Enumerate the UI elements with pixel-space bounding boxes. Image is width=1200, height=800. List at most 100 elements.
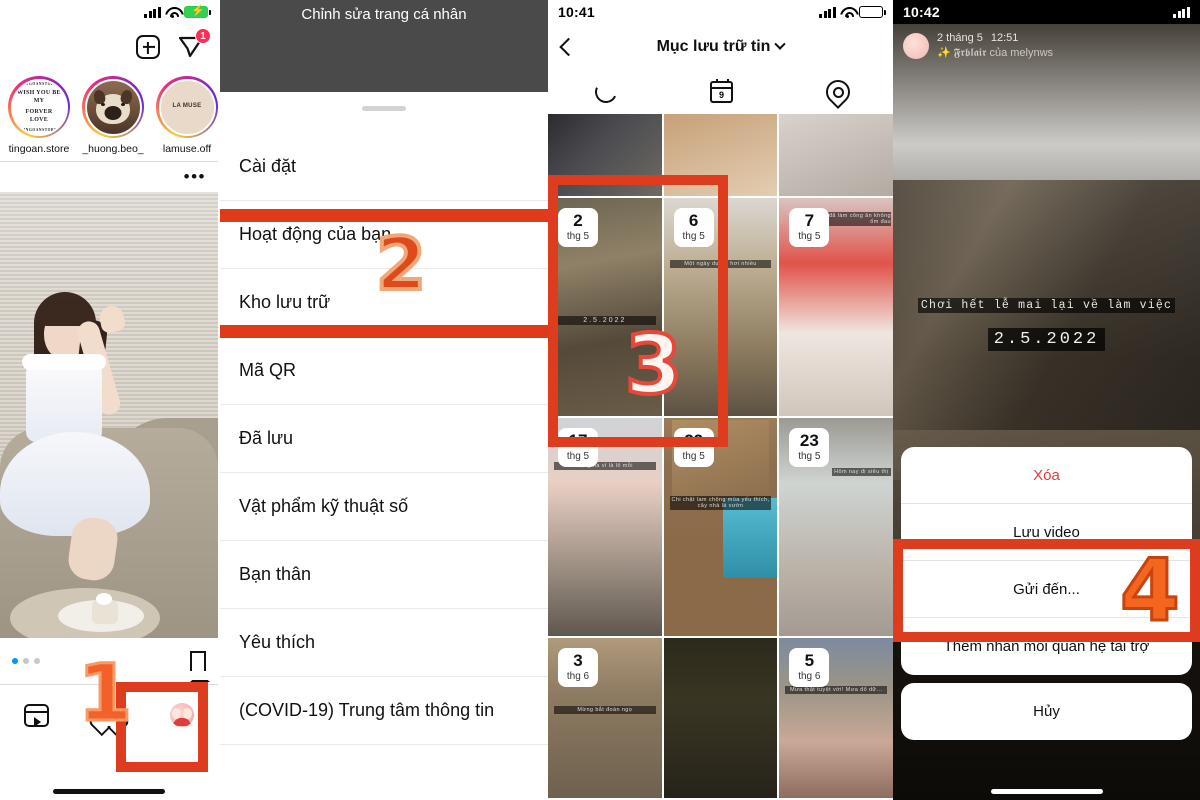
- wifi-icon: [165, 7, 180, 19]
- grid-cell[interactable]: 23 thg 5 Hôm nay đi siêu thị: [779, 418, 893, 636]
- date-badge: 23 thg 5: [789, 428, 830, 468]
- story-ring: TINGOANSTORE WISH YOU BE MY FORVER LOVE …: [8, 76, 70, 138]
- date-day: 7: [804, 211, 815, 230]
- menu-item-qr-code[interactable]: Mã QR: [220, 337, 548, 405]
- grid-cell[interactable]: [663, 114, 778, 196]
- stories-ring-icon[interactable]: [591, 77, 620, 107]
- grid-cell[interactable]: [548, 114, 662, 196]
- date-month: thg 5: [798, 230, 821, 242]
- story-subtitle: ✨ 𝕱𝖗𝖇𝖑𝖆𝖎𝖗 của melynws: [937, 47, 1054, 59]
- date-month: thg 5: [682, 450, 705, 462]
- story-art-line2: FORVER LOVE: [25, 109, 53, 123]
- page-title[interactable]: Mục lưu trữ tin: [657, 38, 787, 56]
- annotation-bar-archive: [220, 325, 548, 338]
- signal-bars-icon: [1173, 6, 1190, 18]
- archive-tabs[interactable]: 9: [548, 70, 893, 114]
- reels-icon[interactable]: [23, 703, 50, 727]
- bookmark-icon[interactable]: [190, 651, 210, 682]
- story-caption: Mừng bắt đoàn ngọ: [554, 706, 656, 714]
- action-save-video[interactable]: Lưu video: [901, 504, 1192, 561]
- action-send-to[interactable]: Gửi đến...: [901, 561, 1192, 618]
- plus-square-icon[interactable]: [136, 35, 160, 59]
- home-indicator: [990, 789, 1103, 794]
- grid-cell[interactable]: 22 thg 5 Chi chặt lam chộng mùa yếu thíc…: [663, 418, 778, 636]
- wifi-icon: [840, 7, 855, 19]
- edit-profile-header: Chỉnh sửa trang cá nhân: [220, 0, 548, 29]
- grid-cell[interactable]: [779, 114, 893, 196]
- grid-cell[interactable]: 17 thg 5 Tặng na vì là lô mỗi: [548, 418, 662, 636]
- grid-cell[interactable]: [663, 638, 778, 798]
- action-delete[interactable]: Xóa: [901, 447, 1192, 504]
- dm-unread-badge: 1: [195, 28, 211, 44]
- menu-item-settings[interactable]: Cài đặt: [220, 133, 548, 201]
- direct-message-button[interactable]: 1: [178, 28, 211, 60]
- story-thumbnail: [84, 78, 142, 136]
- post-image[interactable]: [0, 192, 218, 638]
- panel-profile-menu: Chỉnh sửa trang cá nhân Cài đặt Hoạt độn…: [220, 0, 548, 800]
- story-header: 2 tháng 5 12:51 ✨ 𝕱𝖗𝖇𝖑𝖆𝖎𝖗 của melynws: [893, 24, 1200, 68]
- date-badge: 3 thg 6: [558, 648, 598, 688]
- date-day: 3: [573, 651, 583, 670]
- date-month: thg 5: [566, 450, 590, 462]
- grid-cell[interactable]: 6 thg 5 Một ngày dự ăn hơi nhiều: [663, 198, 778, 416]
- story-art-top: TINGOANSTORE: [20, 81, 58, 86]
- date-day: 6: [688, 211, 699, 230]
- story-item[interactable]: _huong.beo_: [82, 76, 144, 155]
- story-username: tingoan.store: [8, 143, 70, 155]
- story-caption: Chi chặt lam chộng mùa yếu thích, cây nh…: [669, 496, 772, 510]
- status-bar: 10:41: [548, 0, 893, 24]
- more-options-icon[interactable]: •••: [184, 168, 206, 185]
- story-caption: đã làm công ăn không ốm đau: [824, 212, 891, 226]
- archive-grid[interactable]: 2 thg 5 2.5.2022 6 thg 5 Một ngày dự ăn …: [548, 114, 893, 798]
- signal-bars-icon: [144, 6, 161, 18]
- grid-cell[interactable]: 5 thg 6 Mưa thật tuyệt vời! Mưa đổ dữ...: [779, 638, 893, 798]
- panel-story-viewer: 10:42 2 tháng 5 12:51 ✨ 𝕱𝖗𝖇𝖑𝖆𝖎𝖗 của mely…: [893, 0, 1200, 800]
- story-text-overlay: Chơi hết lễ mai lại về làm việc 2.5.2022: [893, 295, 1200, 351]
- menu-item-covid-info-center[interactable]: (COVID-19) Trung tâm thông tin: [220, 677, 548, 745]
- menu-item-close-friends[interactable]: Bạn thân: [220, 541, 548, 609]
- panel-instagram-feed: ⚡ 1 TINGOANSTORE WISH YOU BE MY FORVER L…: [0, 0, 218, 800]
- story-item[interactable]: TINGOANSTORE WISH YOU BE MY FORVER LOVE …: [8, 76, 70, 155]
- date-month: thg 5: [798, 450, 821, 462]
- avatar[interactable]: [903, 33, 929, 59]
- stories-tray[interactable]: TINGOANSTORE WISH YOU BE MY FORVER LOVE …: [0, 70, 218, 159]
- date-badge: 6 thg 5: [673, 208, 714, 248]
- story-thumbnail: TINGOANSTORE WISH YOU BE MY FORVER LOVE …: [10, 78, 68, 136]
- story-caption: Hôm nay đi siêu thị: [831, 468, 891, 476]
- action-sheet: Xóa Lưu video Gửi đến... Thêm nhãn mối q…: [901, 447, 1192, 740]
- grid-cell[interactable]: 2 thg 5 2.5.2022: [548, 198, 662, 416]
- menu-item-saved[interactable]: Đã lưu: [220, 405, 548, 473]
- story-art-line1: WISH YOU BE MY: [17, 90, 61, 104]
- story-item[interactable]: LA MUSE lamuse.off: [156, 76, 218, 155]
- grid-cell[interactable]: 7 thg 5 đã làm công ăn không ốm đau: [779, 198, 893, 416]
- post-header: •••: [0, 162, 218, 192]
- back-chevron-icon[interactable]: [559, 37, 578, 57]
- archive-navbar: Mục lưu trữ tin: [548, 24, 893, 70]
- bottom-tab-bar[interactable]: [0, 685, 218, 745]
- date-badge: 5 thg 6: [789, 648, 830, 688]
- map-pin-icon[interactable]: [826, 80, 846, 104]
- calendar-icon[interactable]: 9: [709, 79, 733, 103]
- action-cancel[interactable]: Hủy: [901, 683, 1192, 740]
- menu-item-digital-collectibles[interactable]: Vật phẩm kỹ thuật số: [220, 473, 548, 541]
- heart-icon[interactable]: [97, 704, 121, 726]
- grid-cell[interactable]: 3 thg 6 Mừng bắt đoàn ngọ: [548, 638, 662, 798]
- dimmed-backdrop[interactable]: [220, 29, 548, 92]
- story-caption: Mưa thật tuyệt vời! Mưa đổ dữ...: [785, 686, 887, 694]
- story-thumbnail: LA MUSE: [158, 78, 216, 136]
- status-bar: ⚡: [0, 0, 218, 24]
- story-art-bottom: TINGOANSTORE: [20, 128, 58, 132]
- date-day: 22: [684, 431, 704, 450]
- date-badge: 2 thg 5: [558, 208, 598, 248]
- action-add-paid-partnership-label[interactable]: Thêm nhãn mối quan hệ tài trợ: [901, 618, 1192, 675]
- photo-subject: [0, 282, 150, 583]
- story-username: lamuse.off: [162, 143, 212, 155]
- calendar-day: 9: [718, 90, 724, 100]
- post-actions: [0, 638, 218, 684]
- date-badge: 22 thg 5: [673, 428, 714, 468]
- story-overlay-text: Chơi hết lễ mai lại về làm việc: [917, 298, 1176, 313]
- profile-avatar-icon[interactable]: [169, 703, 194, 727]
- status-time: 10:41: [558, 4, 595, 20]
- menu-item-favorites[interactable]: Yêu thích: [220, 609, 548, 677]
- date-day: 23: [799, 431, 819, 450]
